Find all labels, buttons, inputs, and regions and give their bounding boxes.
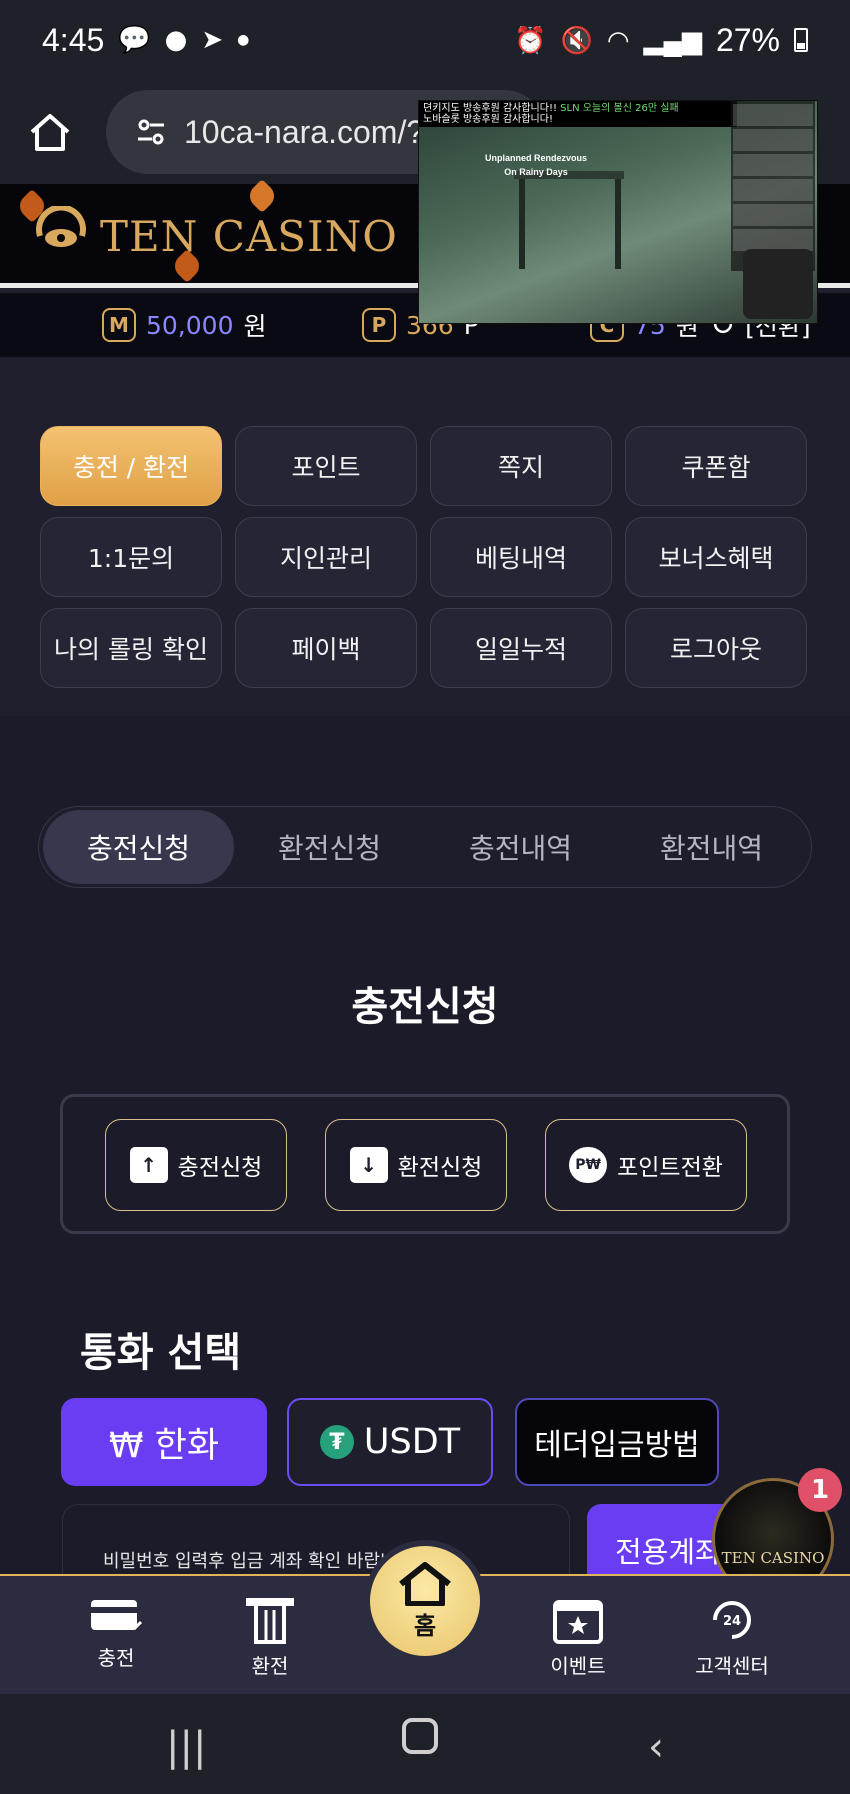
home-circle-icon[interactable] [402, 1718, 438, 1764]
currency-usdt-button[interactable]: ₮ USDT [287, 1398, 493, 1486]
wifi-icon: ◠ [606, 24, 630, 55]
back-icon[interactable]: ‹ [648, 1724, 664, 1770]
menu-logout[interactable]: 로그아웃 [625, 608, 807, 688]
logo-emblem-icon [36, 206, 86, 247]
bottom-nav: 충전 환전 홈 이벤트 24 고객센터 [0, 1540, 850, 1694]
notice-text: 비밀번호 입력후 입금 계좌 확인 바랍니 [103, 1551, 397, 1572]
nav-home[interactable]: 홈 [364, 1540, 486, 1662]
menu-messages[interactable]: 쪽지 [430, 426, 612, 506]
point-convert-button[interactable]: P₩ 포인트전환 [545, 1119, 747, 1211]
url-text: 10ca-nara.com/? [184, 113, 425, 150]
menu-referrals[interactable]: 지인관리 [235, 517, 417, 597]
messenger-icon: ● [164, 25, 188, 55]
page-title: 충전신청 [351, 984, 499, 1030]
withdraw-icon: ↓ [349, 1147, 388, 1183]
point-badge-icon: P [362, 308, 396, 342]
action-panel: ↑ 충전신청 ↓ 환전신청 P₩ 포인트전환 [60, 1094, 790, 1234]
point-convert-icon: P₩ [569, 1147, 608, 1183]
atm-icon [246, 1598, 294, 1644]
streamer-cam [743, 249, 813, 319]
nav-event[interactable]: 이벤트 [518, 1596, 638, 1679]
menu-rolling[interactable]: 나의 롤링 확인 [40, 608, 222, 688]
video-caption: Unplanned Rendezvous On Rainy Days [484, 153, 587, 177]
menu-daily-accumulation[interactable]: 일일누적 [430, 608, 612, 688]
logo-text: TEN CASINO [100, 211, 398, 261]
telegram-icon: ➤ [201, 25, 224, 55]
menu-deposit-withdraw[interactable]: 충전 / 환전 [40, 426, 222, 506]
floating-logo-text: TEN CASINO [721, 1549, 825, 1567]
menu-coupons[interactable]: 쿠폰함 [625, 426, 807, 506]
svg-text:24: 24 [723, 1614, 741, 1629]
tab-deposit-request[interactable]: 충전신청 [43, 810, 234, 884]
menu-payback[interactable]: 페이백 [235, 608, 417, 688]
withdraw-request-button[interactable]: ↓ 환전신청 [325, 1119, 507, 1211]
video-chat [731, 101, 815, 271]
tab-withdraw-request[interactable]: 환전신청 [234, 810, 425, 884]
calendar-star-icon [553, 1600, 603, 1644]
money-unit: 원 [243, 312, 267, 341]
recent-apps-icon[interactable]: ||| [166, 1724, 206, 1770]
support-24-icon: 24 [713, 1601, 751, 1639]
mute-icon: 🔇 [560, 24, 593, 55]
menu-bonus[interactable]: 보너스혜택 [625, 517, 807, 597]
transaction-tabs: 충전신청 환전신청 충전내역 환전내역 [38, 806, 812, 888]
pavilion-roof [514, 171, 624, 241]
account-menu: 충전 / 환전 포인트 쪽지 쿠폰함 1:1문의 지인관리 베팅내역 보너스혜택… [40, 426, 807, 688]
nav-deposit[interactable]: 충전 [56, 1596, 176, 1671]
money-balance: M 50,000 원 [102, 307, 267, 343]
site-logo[interactable]: TEN CASINO [30, 206, 398, 266]
currency-krw-button[interactable]: ₩ 한화 [61, 1398, 267, 1486]
home-icon [30, 114, 70, 151]
battery-icon [794, 28, 808, 52]
menu-points[interactable]: 포인트 [235, 426, 417, 506]
tab-withdraw-history[interactable]: 환전내역 [616, 810, 807, 884]
money-badge-icon: M [102, 308, 136, 342]
nav-support[interactable]: 24 고객센터 [672, 1596, 792, 1679]
site-settings-icon[interactable] [136, 117, 166, 147]
browser-home-button[interactable] [26, 108, 74, 156]
alarm-icon: ⏰ [514, 24, 547, 55]
dot-icon: ● [237, 32, 250, 48]
deposit-icon: ↑ [129, 1147, 168, 1183]
menu-inquiry[interactable]: 1:1문의 [40, 517, 222, 597]
home-icon [399, 1561, 451, 1606]
notification-badge: 1 [798, 1468, 842, 1512]
nav-withdraw[interactable]: 환전 [210, 1596, 330, 1679]
menu-bet-history[interactable]: 베팅내역 [430, 517, 612, 597]
tether-deposit-method-button[interactable]: 테더입금방법 [515, 1398, 719, 1486]
status-bar: 4:45 💬 ● ➤ ● ⏰ 🔇 ◠ ▂▄▆ 27% [0, 0, 850, 80]
video-banner: 뎐키지도 방송후원 감사합니다!! SLN 오늘의 볼신 26만 실패 노바슬롯… [419, 101, 737, 127]
currency-title: 통화 선택 [80, 1330, 242, 1376]
pavilion-pillar [519, 179, 525, 269]
signal-icon: ▂▄▆ [643, 24, 702, 55]
system-nav-bar: ||| ‹ [0, 1694, 850, 1794]
status-time: 4:45 [42, 21, 105, 58]
tether-icon: ₮ [319, 1425, 354, 1459]
deposit-request-button[interactable]: ↑ 충전신청 [105, 1119, 287, 1211]
video-overlay[interactable]: 뎐키지도 방송후원 감사합니다!! SLN 오늘의 볼신 26만 실패 노바슬롯… [418, 100, 818, 324]
talk-icon: 💬 [118, 25, 151, 55]
battery-percent: 27% [715, 21, 780, 58]
pavilion-pillar [615, 179, 621, 269]
money-value: 50,000 [146, 310, 234, 340]
card-icon [91, 1600, 143, 1631]
tab-deposit-history[interactable]: 충전내역 [425, 810, 616, 884]
